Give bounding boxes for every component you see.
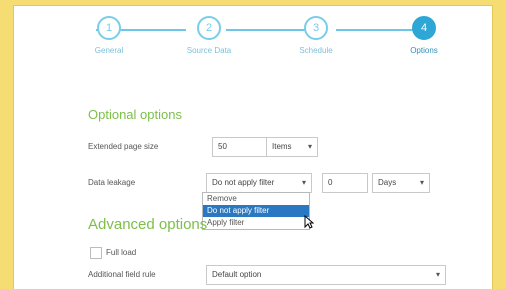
step-label: Options [410,46,438,55]
data-leakage-number: 0 [328,178,333,187]
additional-field-label: Additional field rule [88,270,156,279]
chevron-down-icon: ▾ [419,178,424,187]
step-number: 4 [412,16,436,40]
data-leakage-number-input[interactable]: 0 [322,173,368,193]
step-number: 3 [304,16,328,40]
data-leakage-label: Data leakage [88,178,136,187]
data-leakage-unit-select[interactable]: Days ▾ [372,173,430,193]
full-load-checkbox[interactable] [90,247,102,259]
page-size-value: 50 [218,142,227,151]
data-leakage-dropdown-list: Remove Do not apply filter Apply filter [202,192,310,230]
page-size-unit: Items [272,142,292,151]
step-number: 2 [197,16,221,40]
step-label: Source Data [186,46,232,55]
chevron-down-icon: ▾ [435,270,440,279]
additional-field-value: Default option [212,270,262,279]
wizard-panel: 1 General 2 Source Data 3 Schedule 4 Opt… [14,6,492,289]
step-options[interactable]: 4 Options [384,16,464,55]
step-schedule[interactable]: 3 Schedule [276,16,356,55]
dropdown-option[interactable]: Remove [203,193,309,205]
page-size-unit-select[interactable]: Items ▾ [266,137,318,157]
dropdown-option[interactable]: Apply filter [203,217,309,229]
step-general[interactable]: 1 General [69,16,149,55]
optional-options-title: Optional options [88,107,182,122]
step-label: Schedule [299,46,333,55]
step-number: 1 [97,16,121,40]
chevron-down-icon: ▾ [307,142,312,151]
chevron-down-icon: ▾ [301,178,306,187]
page-size-label: Extended page size [88,142,159,151]
advanced-options-title: Advanced options [88,216,208,233]
wizard-stepper: 1 General 2 Source Data 3 Schedule 4 Opt… [14,6,492,76]
step-label: General [94,46,124,55]
page-size-input[interactable]: 50 [212,137,268,157]
step-source-data[interactable]: 2 Source Data [169,16,249,55]
full-load-label: Full load [106,248,137,257]
dropdown-option-selected[interactable]: Do not apply filter [203,205,309,217]
mouse-cursor-icon [304,215,314,229]
data-leakage-select[interactable]: Do not apply filter ▾ [206,173,312,193]
additional-field-select[interactable]: Default option ▾ [206,265,446,285]
data-leakage-unit: Days [378,178,397,187]
data-leakage-selected: Do not apply filter [212,178,275,187]
